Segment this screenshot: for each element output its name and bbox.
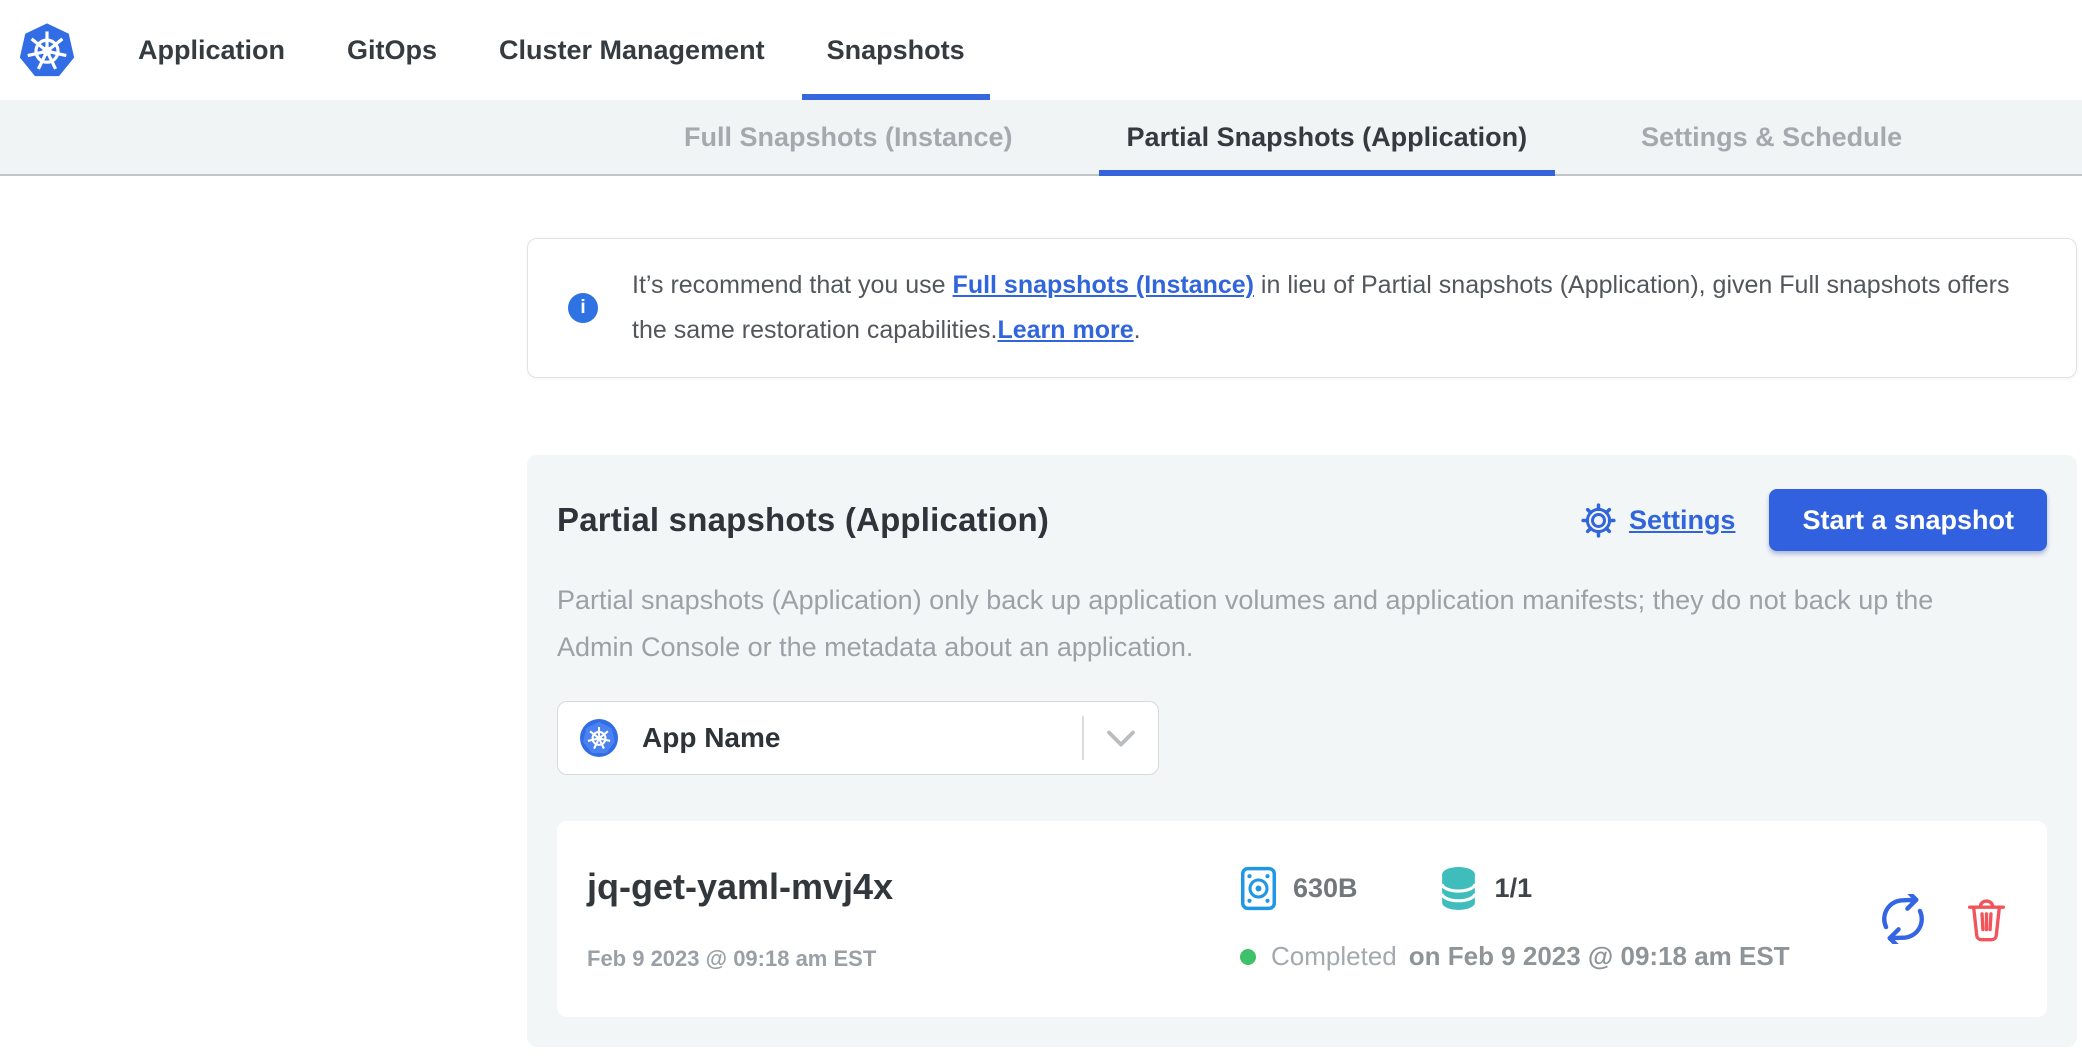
snapshot-status-line: Completed on Feb 9 2023 @ 09:18 am EST xyxy=(1240,941,1790,972)
snapshots-sub-tabs: Full Snapshots (Instance) Partial Snapsh… xyxy=(0,100,2082,176)
panel-header: Partial snapshots (Application) xyxy=(557,489,2047,551)
full-snapshots-link[interactable]: Full snapshots (Instance) xyxy=(953,271,1254,299)
info-text-before: It’s recommend that you use xyxy=(632,271,953,299)
panel-actions: Settings Start a snapshot xyxy=(1580,489,2047,551)
snapshot-volumes-value: 1/1 xyxy=(1495,873,1533,904)
restore-snapshot-button[interactable] xyxy=(1878,894,1928,944)
snapshot-info: jq-get-yaml-mvj4x Feb 9 2023 @ 09:18 am … xyxy=(587,866,1240,972)
kubernetes-app-icon xyxy=(580,719,618,757)
snapshot-row[interactable]: jq-get-yaml-mvj4x Feb 9 2023 @ 09:18 am … xyxy=(557,821,2047,1017)
database-icon xyxy=(1438,866,1479,911)
partial-snapshots-panel: Partial snapshots (Application) xyxy=(527,455,2077,1047)
subtab-settings-schedule[interactable]: Settings & Schedule xyxy=(1613,100,1930,174)
tab-gitops[interactable]: GitOps xyxy=(347,0,437,100)
primary-tabs: Application GitOps Cluster Management Sn… xyxy=(138,0,965,100)
main-content: i It’s recommend that you use Full snaps… xyxy=(527,238,2077,1047)
info-text-after: . xyxy=(1134,316,1141,344)
gear-icon xyxy=(1580,502,1617,539)
snapshot-finished-timestamp: on Feb 9 2023 @ 09:18 am EST xyxy=(1409,941,1790,972)
tab-cluster-management[interactable]: Cluster Management xyxy=(499,0,765,100)
tab-application[interactable]: Application xyxy=(138,0,285,100)
settings-link-label: Settings xyxy=(1629,505,1736,536)
app-name-select[interactable]: App Name xyxy=(557,701,1159,775)
app-name-value: App Name xyxy=(642,722,780,754)
snapshot-started-timestamp: Feb 9 2023 @ 09:18 am EST xyxy=(587,946,1240,972)
delete-snapshot-button[interactable] xyxy=(1966,896,2007,943)
panel-description: Partial snapshots (Application) only bac… xyxy=(557,577,1987,671)
snapshot-status: Completed xyxy=(1271,941,1397,972)
subtab-partial-snapshots[interactable]: Partial Snapshots (Application) xyxy=(1099,100,1556,174)
panel-title: Partial snapshots (Application) xyxy=(557,501,1049,539)
snapshot-settings-link[interactable]: Settings xyxy=(1580,502,1736,539)
subtab-full-snapshots[interactable]: Full Snapshots (Instance) xyxy=(656,100,1041,174)
info-message: It’s recommend that you use Full snapsho… xyxy=(632,263,2036,353)
info-icon: i xyxy=(568,293,598,323)
tab-snapshots[interactable]: Snapshots xyxy=(827,0,965,100)
disk-icon xyxy=(1240,866,1277,911)
top-navigation: Application GitOps Cluster Management Sn… xyxy=(0,0,2082,100)
trash-icon xyxy=(1966,896,2007,943)
snapshot-size-metric: 630B xyxy=(1240,866,1358,911)
restore-icon xyxy=(1878,894,1928,944)
snapshot-size-value: 630B xyxy=(1293,873,1358,904)
snapshot-volumes-metric: 1/1 xyxy=(1438,866,1533,911)
start-snapshot-button[interactable]: Start a snapshot xyxy=(1769,489,2047,551)
snapshot-actions xyxy=(1878,894,2007,944)
status-dot-icon xyxy=(1240,949,1256,965)
kubernetes-logo-icon xyxy=(18,21,76,79)
snapshot-metrics: 630B 1/1 xyxy=(1240,866,1790,911)
info-callout: i It’s recommend that you use Full snaps… xyxy=(527,238,2077,378)
snapshot-details: 630B 1/1 Completed o xyxy=(1240,866,1790,972)
snapshot-name: jq-get-yaml-mvj4x xyxy=(587,866,1240,908)
app-select-right xyxy=(1082,702,1158,774)
chevron-down-icon[interactable] xyxy=(1084,729,1158,748)
learn-more-link[interactable]: Learn more xyxy=(997,316,1133,344)
